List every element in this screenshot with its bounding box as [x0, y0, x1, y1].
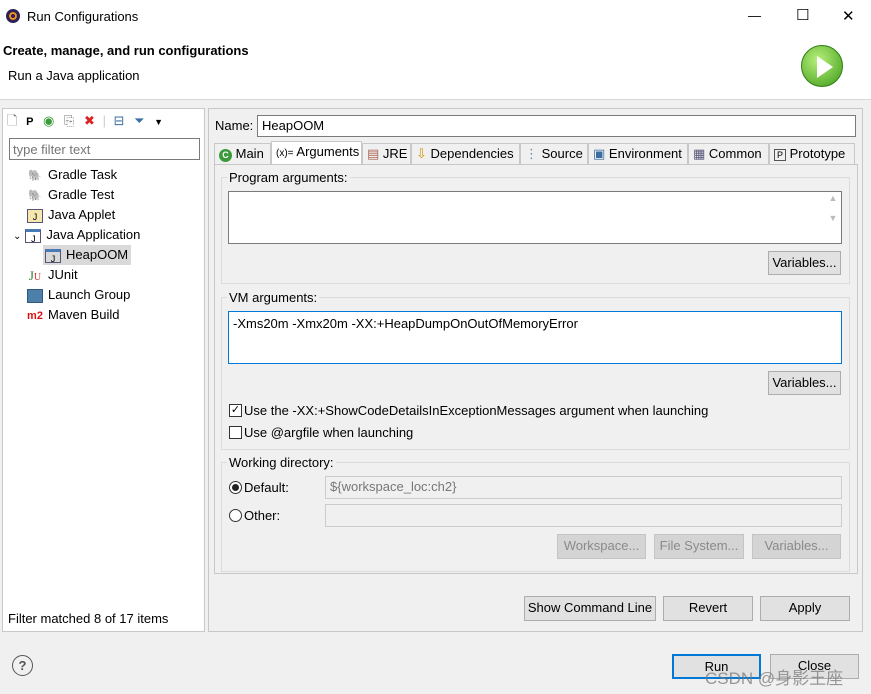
jre-icon: ▤ — [367, 146, 380, 161]
name-input[interactable]: HeapOOM — [257, 115, 856, 137]
import-icon[interactable]: ◉ — [43, 113, 54, 128]
eclipse-icon — [6, 9, 20, 23]
tab-environment[interactable]: ▣ Environment — [588, 143, 688, 165]
close-window-button[interactable]: ✕ — [842, 7, 855, 25]
file-system-button[interactable]: File System... — [654, 534, 744, 559]
run-banner-icon — [801, 45, 843, 87]
delete-icon[interactable]: ✖ — [84, 113, 95, 128]
wd-variables-button[interactable]: Variables... — [752, 534, 841, 559]
argfile-checkbox[interactable] — [229, 426, 242, 439]
java-application-icon: J — [25, 228, 42, 244]
collapse-all-icon[interactable]: ⊟ — [114, 113, 125, 128]
header-subtitle: Run a Java application — [8, 68, 140, 83]
default-directory-field: ${workspace_loc:ch2} — [325, 476, 842, 499]
help-button[interactable]: ? — [12, 655, 33, 676]
environment-icon: ▣ — [593, 146, 606, 161]
program-arguments-label: Program arguments: — [227, 170, 350, 185]
filter-status: Filter matched 8 of 17 items — [8, 611, 169, 626]
scrollbar[interactable]: ▲ ▼ — [826, 193, 840, 242]
tab-source[interactable]: ⋮ Source — [520, 143, 588, 165]
chevron-down-icon[interactable]: ⌄ — [13, 231, 21, 242]
arguments-icon: (x)= — [276, 148, 294, 159]
default-label: Default: — [244, 480, 289, 495]
program-variables-button[interactable]: Variables... — [768, 251, 841, 275]
duplicate-icon[interactable]: ⎘ — [64, 113, 74, 128]
config-tree-panel: 🗋 P ◉ ⎘ ✖ | ⊟ ⏷ ▼ 🐘Gradle Task 🐘Gradle T… — [2, 108, 205, 632]
tree-item-junit[interactable]: JU JUnit — [27, 265, 78, 285]
tab-main[interactable]: C Main — [214, 143, 271, 165]
tree-item-launch-group[interactable]: Launch Group — [27, 285, 130, 305]
tree-item-maven-build[interactable]: m2 Maven Build — [27, 305, 120, 325]
maven-icon: m2 — [27, 309, 43, 322]
revert-button[interactable]: Revert — [663, 596, 753, 621]
junit-icon: JU — [28, 267, 42, 283]
tree-item-heapoom[interactable]: J HeapOOM — [43, 245, 132, 265]
vm-variables-button[interactable]: Variables... — [768, 371, 841, 395]
watermark: CSDN @身影王座 — [705, 669, 844, 688]
apply-button[interactable]: Apply — [760, 596, 850, 621]
common-icon: ▦ — [693, 146, 706, 161]
other-label: Other: — [244, 508, 281, 523]
workspace-button[interactable]: Workspace... — [557, 534, 646, 559]
tab-arguments[interactable]: (x)= Arguments — [271, 141, 362, 165]
gradle-elephant-icon: 🐘 — [28, 169, 42, 182]
new-prototype-icon[interactable]: P — [26, 116, 33, 128]
working-directory-label: Working directory: — [227, 455, 336, 470]
maximize-button[interactable]: ☐ — [796, 6, 809, 24]
show-code-details-checkbox[interactable]: ✓ — [229, 404, 242, 417]
filter-icon[interactable]: ⏷ — [134, 113, 144, 128]
program-arguments-input[interactable]: ▲ ▼ — [228, 191, 842, 244]
java-application-icon: J — [45, 248, 61, 264]
launch-group-icon — [27, 288, 43, 303]
tab-dependencies[interactable]: ⇩ Dependencies — [411, 143, 520, 165]
vm-arguments-input[interactable]: -Xms20m -Xmx20m -XX:+HeapDumpOnOutOfMemo… — [228, 311, 842, 364]
tree-item-java-application[interactable]: ⌄ J Java Application — [13, 225, 140, 245]
source-icon: ⋮ — [525, 146, 538, 161]
filter-input[interactable] — [9, 138, 200, 160]
header-title: Create, manage, and run configurations — [3, 43, 249, 58]
tab-prototype[interactable]: P Prototype — [769, 143, 855, 165]
other-directory-input[interactable] — [325, 504, 842, 527]
default-radio[interactable] — [229, 481, 242, 494]
java-applet-icon: J — [27, 208, 43, 223]
prototype-icon: P — [774, 149, 787, 161]
minimize-button[interactable]: — — [748, 8, 761, 23]
gradle-elephant-icon: 🐘 — [28, 189, 42, 202]
window-title: Run Configurations — [27, 9, 139, 24]
tree-item-gradle-test[interactable]: 🐘 Gradle Test — [27, 185, 114, 205]
tab-common[interactable]: ▦ Common — [688, 143, 769, 165]
dependencies-icon: ⇩ — [416, 146, 427, 161]
other-radio[interactable] — [229, 509, 242, 522]
tab-jre[interactable]: ▤ JRE — [362, 143, 411, 165]
vm-arguments-label: VM arguments: — [227, 290, 320, 305]
tree-item-gradle-task[interactable]: 🐘 Gradle Task — [27, 165, 117, 185]
dialog-header: Create, manage, and run configurations R… — [0, 33, 871, 100]
tree-toolbar: 🗋 P ◉ ⎘ ✖ | ⊟ ⏷ ▼ — [7, 113, 164, 128]
argfile-label: Use @argfile when launching — [244, 425, 414, 440]
show-command-line-button[interactable]: Show Command Line — [524, 596, 656, 621]
new-config-icon[interactable]: 🗋 — [7, 113, 17, 128]
name-label: Name: — [215, 118, 254, 133]
view-menu-icon[interactable]: ▼ — [154, 117, 163, 127]
title-bar: Run Configurations — ☐ ✕ — [0, 0, 871, 33]
tree-item-java-applet[interactable]: J Java Applet — [27, 205, 115, 225]
show-code-details-label: Use the -XX:+ShowCodeDetailsInExceptionM… — [244, 403, 709, 418]
main-icon: C — [219, 149, 232, 162]
